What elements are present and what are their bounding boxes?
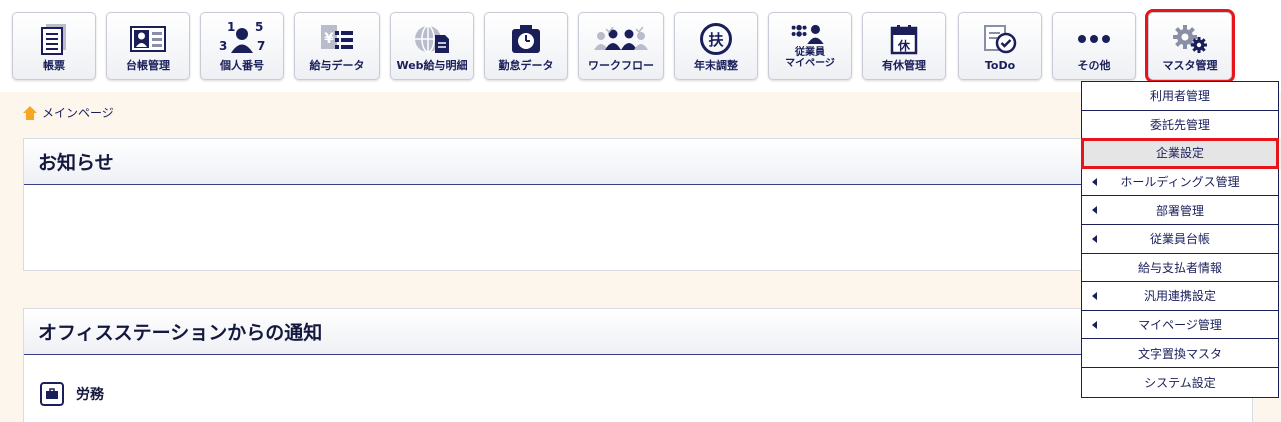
- toolbar-button-ledger[interactable]: 帳票: [12, 12, 96, 80]
- menu-item-label: 従業員台帳: [1149, 232, 1210, 247]
- toolbar-label: その他: [1077, 59, 1111, 72]
- submenu-caret-icon: [1092, 177, 1097, 186]
- year-end-glyph: 扶: [700, 23, 732, 55]
- toolbar-button-paid-leave[interactable]: 休 有休管理: [862, 12, 946, 80]
- svg-text:休: 休: [897, 38, 911, 53]
- panel-title: オフィスステーションからの通知: [24, 309, 1252, 355]
- svg-text:¥: ¥: [324, 31, 334, 47]
- main-toolbar: 帳票 台帳管理 1 5 3 7 個人番号 ¥ 給与データ Web給与明細 勤怠デ…: [0, 0, 1281, 92]
- toolbar-label: ワークフロー: [588, 59, 654, 72]
- toolbar-label: 給与データ: [309, 59, 365, 72]
- toolbar-label: Web給与明細: [396, 59, 468, 72]
- web-payslip-icon: [412, 22, 452, 56]
- digit-glyph: 5: [255, 20, 264, 34]
- breadcrumb[interactable]: メインページ: [22, 104, 114, 121]
- toolbar-button-year-end-adjustment[interactable]: 扶 年末調整: [674, 12, 758, 80]
- section-label: 労務: [76, 387, 104, 403]
- toolbar-button-todo[interactable]: ToDo: [958, 12, 1042, 80]
- menu-item-label: ホールディングス管理: [1120, 175, 1240, 190]
- toolbar-button-employee-mypage[interactable]: 従業員 マイページ: [768, 12, 852, 80]
- menu-item-user-management[interactable]: 利用者管理: [1082, 82, 1278, 111]
- toolbar-label: 勤怠データ: [498, 59, 554, 72]
- toolbar-label: マスタ管理: [1162, 59, 1218, 72]
- labor-section-heading: 労務: [40, 382, 104, 406]
- notices-panel: お知らせ: [23, 138, 1253, 271]
- menu-item-mypage-management[interactable]: マイページ管理: [1082, 311, 1278, 340]
- panel-title: お知らせ: [24, 139, 1252, 185]
- menu-item-contractor-management[interactable]: 委託先管理: [1082, 111, 1278, 140]
- todo-check-icon: [980, 22, 1020, 56]
- menu-item-label: 利用者管理: [1149, 89, 1210, 104]
- toolbar-button-ledger-management[interactable]: 台帳管理: [106, 12, 190, 80]
- employee-mypage-icon: [790, 19, 830, 49]
- year-end-adjustment-icon: 扶: [696, 22, 736, 56]
- id-card-icon: [128, 22, 168, 56]
- toolbar-button-attendance-data[interactable]: 勤怠データ: [484, 12, 568, 80]
- attendance-clock-icon: [506, 22, 546, 56]
- submenu-caret-icon: [1092, 234, 1097, 243]
- menu-item-label: 企業設定: [1155, 146, 1204, 161]
- paid-leave-calendar-icon: 休: [884, 22, 924, 56]
- menu-item-label: 文字置換マスタ: [1137, 346, 1222, 361]
- toolbar-label: 台帳管理: [126, 59, 170, 72]
- submenu-caret-icon: [1092, 206, 1097, 215]
- menu-item-system-settings[interactable]: システム設定: [1082, 368, 1278, 397]
- digit-glyph: 3: [219, 39, 228, 53]
- toolbar-label: 年末調整: [694, 59, 738, 72]
- menu-item-label: 部署管理: [1155, 203, 1204, 218]
- menu-item-integration-settings[interactable]: 汎用連携設定: [1082, 282, 1278, 311]
- ledger-icon: [34, 22, 74, 56]
- menu-item-label: 汎用連携設定: [1143, 289, 1216, 304]
- toolbar-label: 個人番号: [220, 59, 264, 72]
- more-dots-icon: [1074, 22, 1114, 56]
- master-management-menu: 利用者管理 委託先管理 企業設定 ホールディングス管理 部署管理 従業員台帳 給…: [1081, 81, 1279, 398]
- toolbar-button-master-management[interactable]: マスタ管理: [1145, 9, 1235, 83]
- menu-item-employee-ledger[interactable]: 従業員台帳: [1082, 225, 1278, 254]
- breadcrumb-label: メインページ: [42, 106, 114, 120]
- home-icon: [23, 105, 37, 120]
- toolbar-button-personal-number[interactable]: 1 5 3 7 個人番号: [200, 12, 284, 80]
- digit-glyph: 7: [257, 39, 266, 53]
- menu-item-label: マイページ管理: [1138, 318, 1222, 333]
- toolbar-label: 従業員 マイページ: [785, 47, 835, 69]
- submenu-caret-icon: [1092, 320, 1097, 329]
- menu-item-payer-info[interactable]: 給与支払者情報: [1082, 254, 1278, 283]
- menu-item-department-management[interactable]: 部署管理: [1082, 196, 1278, 225]
- menu-item-label: システム設定: [1144, 375, 1216, 390]
- menu-item-character-replacement[interactable]: 文字置換マスタ: [1082, 339, 1278, 368]
- office-notices-panel: オフィスステーションからの通知: [23, 308, 1253, 422]
- toolbar-label: 帳票: [43, 59, 65, 72]
- toolbar-label: ToDo: [984, 59, 1016, 72]
- menu-item-label: 給与支払者情報: [1137, 260, 1222, 275]
- workflow-people-icon: [593, 22, 649, 56]
- toolbar-label: 有休管理: [882, 59, 926, 72]
- menu-item-holdings-management[interactable]: ホールディングス管理: [1082, 168, 1278, 197]
- toolbar-button-more[interactable]: その他: [1052, 12, 1136, 80]
- menu-item-label: 委託先管理: [1149, 117, 1210, 132]
- briefcase-icon: [40, 382, 64, 406]
- menu-item-company-settings[interactable]: 企業設定: [1081, 138, 1279, 169]
- toolbar-button-workflow[interactable]: ワークフロー: [578, 12, 664, 80]
- toolbar-button-payroll-data[interactable]: ¥ 給与データ: [294, 12, 380, 80]
- submenu-caret-icon: [1092, 291, 1097, 300]
- gear-icon: [1170, 22, 1210, 56]
- payroll-data-icon: ¥: [317, 22, 357, 56]
- personal-number-icon: 1 5 3 7: [217, 20, 267, 56]
- toolbar-button-web-payslip[interactable]: Web給与明細: [390, 12, 474, 80]
